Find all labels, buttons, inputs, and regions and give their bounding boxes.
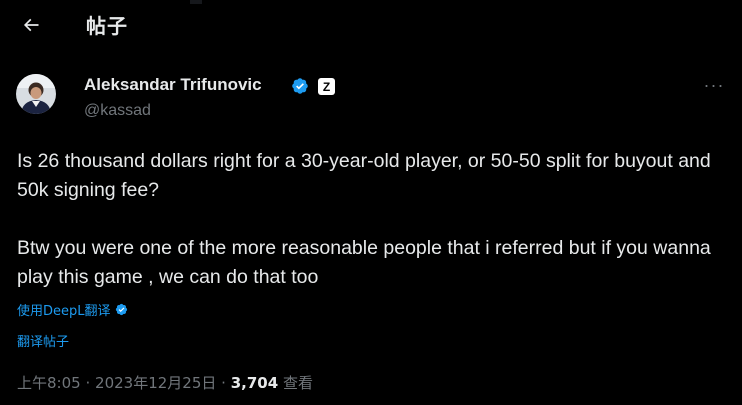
deepl-translate-link[interactable]: 使用DeepL翻译 <box>17 300 128 319</box>
verified-badge-icon <box>292 78 308 94</box>
avatar[interactable] <box>16 74 56 114</box>
deepl-badge-icon <box>115 303 127 316</box>
more-options-button[interactable]: ··· <box>700 74 728 96</box>
post-date[interactable]: 2023年12月25日 <box>95 374 216 392</box>
post-paragraph: Is 26 thousand dollars right for a 30-ye… <box>17 150 711 201</box>
translate-post-link[interactable]: 翻译帖子 <box>17 331 69 350</box>
post-meta: 上午8:05 · 2023年12月25日 · 3,704 查看 <box>17 372 313 393</box>
affiliate-badge[interactable]: Z <box>318 78 335 95</box>
arrow-left-icon <box>23 18 39 32</box>
post-time[interactable]: 上午8:05 <box>17 374 81 392</box>
more-icon: ··· <box>703 74 725 95</box>
post-header: 帖子 <box>0 0 742 52</box>
views-label: 查看 <box>282 374 313 392</box>
post-paragraph: Btw you were one of the more reasonable … <box>17 237 711 288</box>
page-title: 帖子 <box>86 14 128 38</box>
meta-separator: · <box>221 374 226 392</box>
deepl-label: 使用DeepL翻译 <box>17 304 111 319</box>
post-text: Is 26 thousand dollars right for a 30-ye… <box>17 147 729 292</box>
author-handle[interactable]: @kassad <box>84 102 151 120</box>
views-count: 3,704 <box>230 374 279 392</box>
back-button[interactable] <box>14 8 48 42</box>
author-name[interactable]: Aleksandar Trifunovic <box>84 75 262 95</box>
meta-separator: · <box>85 374 91 392</box>
